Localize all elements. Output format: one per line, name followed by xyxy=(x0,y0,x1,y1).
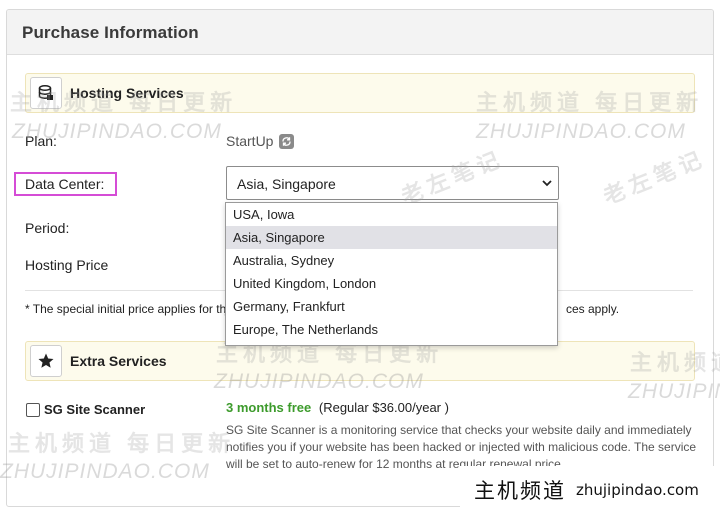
hosting-price-label: Hosting Price xyxy=(25,257,109,273)
datacenter-select[interactable]: Asia, Singapore xyxy=(226,166,559,200)
scanner-promo-free: 3 months free xyxy=(226,400,312,415)
extra-services-header: Extra Services xyxy=(25,341,695,381)
plan-value: StartUp xyxy=(226,133,274,149)
card-header: Purchase Information xyxy=(7,10,713,55)
datacenter-option[interactable]: Australia, Sydney xyxy=(226,249,557,272)
datacenter-option[interactable]: Germany, Frankfurt xyxy=(226,295,557,318)
datacenter-selected-value: Asia, Singapore xyxy=(237,176,336,192)
site-badge-url: zhujipindao.com xyxy=(576,480,699,499)
plan-label: Plan: xyxy=(25,133,57,149)
datacenter-option[interactable]: Europe, The Netherlands xyxy=(226,318,557,341)
scanner-promo: 3 months free (Regular $36.00/year ) xyxy=(226,400,449,415)
price-note-left: * The special initial price applies for … xyxy=(25,302,233,316)
datacenter-option[interactable]: Asia, Singapore xyxy=(226,226,557,249)
hosting-services-header: Hosting Services xyxy=(25,73,695,113)
page-title: Purchase Information xyxy=(22,23,199,42)
extra-services-label: Extra Services xyxy=(70,353,167,369)
datacenter-option[interactable]: United Kingdom, London xyxy=(226,272,557,295)
datacenter-dropdown-list: USA, Iowa Asia, Singapore Australia, Sydne… xyxy=(225,202,558,346)
scanner-desc-line-1: SG Site Scanner is a monitoring service … xyxy=(226,423,692,437)
refresh-icon[interactable] xyxy=(279,134,294,149)
price-note-right: ces apply. xyxy=(566,302,620,316)
star-icon xyxy=(30,345,62,377)
site-badge: 主机频道 zhujipindao.com xyxy=(460,466,720,513)
datacenter-option[interactable]: USA, Iowa xyxy=(226,203,557,226)
sg-site-scanner-checkbox[interactable] xyxy=(26,403,40,417)
hosting-services-label: Hosting Services xyxy=(70,85,184,101)
scanner-desc-line-2: notifies you if your website has been ha… xyxy=(226,440,697,454)
scanner-regular-price: (Regular $36.00/year ) xyxy=(318,400,449,415)
datacenter-label: Data Center: xyxy=(25,176,105,192)
sg-site-scanner-label: SG Site Scanner xyxy=(44,402,146,417)
server-stack-icon xyxy=(30,77,62,109)
chevron-down-icon xyxy=(542,180,552,187)
site-badge-cn: 主机频道 xyxy=(474,478,566,503)
period-label: Period: xyxy=(25,220,70,236)
